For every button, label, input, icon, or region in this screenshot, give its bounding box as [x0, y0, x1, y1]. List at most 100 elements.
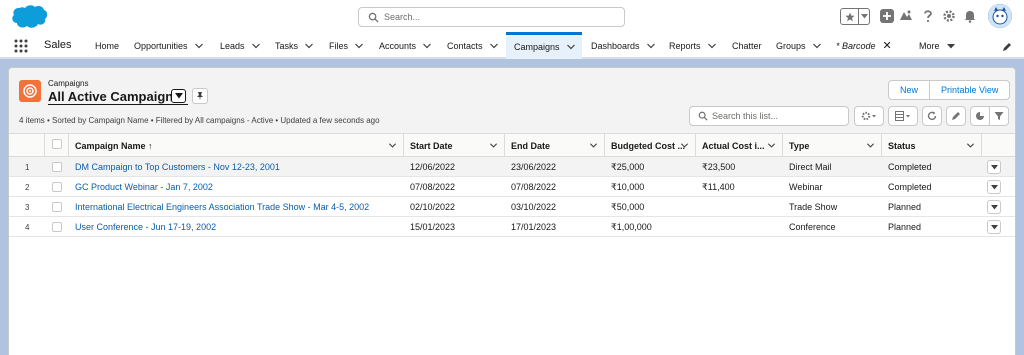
- type-cell: Conference: [789, 222, 836, 232]
- chevron-down-icon[interactable]: [489, 141, 498, 150]
- new-button[interactable]: New: [888, 80, 931, 100]
- chevron-down-icon[interactable]: [304, 41, 314, 51]
- global-actions-icon[interactable]: [880, 9, 894, 23]
- nav-item-barcode[interactable]: * Barcode ✕: [836, 32, 892, 59]
- campaign-target-icon: [19, 80, 41, 102]
- select-all-checkbox[interactable]: [52, 139, 62, 149]
- campaign-name-link[interactable]: GC Product Webinar - Jan 7, 2002: [69, 177, 404, 197]
- nav-item-label: Campaigns: [514, 42, 560, 52]
- start-date-cell: 07/08/2022: [410, 182, 456, 192]
- column-label: End Date: [511, 140, 551, 151]
- campaign-name-link[interactable]: User Conference - Jun 17-19, 2002: [69, 217, 404, 237]
- chevron-down-icon[interactable]: [251, 41, 261, 51]
- row-checkbox[interactable]: [52, 202, 62, 212]
- campaign-name-link[interactable]: DM Campaign to Top Customers - Nov 12-23…: [69, 157, 404, 177]
- column-header-budgeted-cost[interactable]: Budgeted Cost ...: [605, 134, 696, 157]
- row-number: 4: [25, 222, 30, 232]
- chevron-down-icon[interactable]: [354, 41, 364, 51]
- nav-item-label: Contacts: [447, 40, 483, 51]
- chevron-down-icon[interactable]: [422, 41, 432, 51]
- chevron-down-icon[interactable]: [866, 141, 875, 150]
- chevron-down-icon[interactable]: [812, 41, 822, 51]
- favorites-button[interactable]: [840, 8, 870, 25]
- budgeted-cost-cell: ₹1,00,000: [611, 221, 652, 232]
- display-as-button[interactable]: [888, 106, 918, 126]
- app-navigation-bar: Sales Home Opportunities Leads Tasks Fil…: [0, 32, 1024, 59]
- column-header-campaign-name[interactable]: Campaign Name ↑: [69, 134, 404, 157]
- nav-item-tasks[interactable]: Tasks: [275, 32, 314, 59]
- row-actions-button[interactable]: [987, 220, 1001, 234]
- row-actions-button[interactable]: [987, 180, 1001, 194]
- row-checkbox[interactable]: [52, 162, 62, 172]
- chevron-down-icon[interactable]: [966, 141, 975, 150]
- edit-list-button[interactable]: [946, 106, 966, 126]
- setup-gear-icon[interactable]: [942, 9, 956, 23]
- row-actions-button[interactable]: [987, 200, 1001, 214]
- title-underline: [48, 104, 188, 105]
- column-header-actual-cost[interactable]: Actual Cost i...: [696, 134, 783, 157]
- row-checkbox[interactable]: [52, 222, 62, 232]
- nav-item-chatter[interactable]: Chatter: [732, 32, 762, 59]
- printable-view-button[interactable]: Printable View: [930, 80, 1011, 100]
- nav-item-more[interactable]: More: [919, 32, 956, 59]
- chevron-down-icon[interactable]: [388, 141, 397, 150]
- list-view-title[interactable]: All Active Campaigns: [48, 89, 180, 104]
- global-header: Search...: [0, 0, 1024, 32]
- chevron-down-icon[interactable]: [194, 41, 204, 51]
- list-view-picker-caret-icon[interactable]: [171, 89, 186, 103]
- help-icon[interactable]: [921, 9, 935, 23]
- list-search-placeholder: Search this list...: [712, 111, 779, 121]
- user-avatar[interactable]: [988, 4, 1012, 28]
- column-header-start-date[interactable]: Start Date: [404, 134, 505, 157]
- close-tab-icon[interactable]: ✕: [883, 39, 892, 52]
- chevron-down-icon[interactable]: [566, 42, 576, 52]
- column-label: Status: [888, 140, 916, 151]
- chevron-down-icon[interactable]: [680, 141, 689, 150]
- start-date-cell: 15/01/2023: [410, 222, 456, 232]
- type-cell: Direct Mail: [789, 162, 832, 172]
- nav-item-contacts[interactable]: Contacts: [447, 32, 499, 59]
- list-search-input[interactable]: Search this list...: [689, 106, 849, 126]
- column-header-status[interactable]: Status: [882, 134, 982, 157]
- notifications-bell-icon[interactable]: [963, 9, 977, 23]
- nav-item-reports[interactable]: Reports: [669, 32, 717, 59]
- chevron-down-icon[interactable]: [489, 41, 499, 51]
- favorites-dropdown-icon[interactable]: [859, 9, 869, 24]
- column-header-type[interactable]: Type: [783, 134, 882, 157]
- chevron-down-icon[interactable]: [646, 41, 656, 51]
- star-icon[interactable]: [841, 9, 859, 24]
- chevron-down-icon[interactable]: [589, 141, 598, 150]
- status-cell: Completed: [888, 182, 932, 192]
- filters-button[interactable]: [989, 106, 1009, 126]
- actual-cost-cell: [696, 217, 783, 237]
- nav-item-label: Home: [95, 40, 120, 51]
- column-label: Actual Cost i...: [702, 140, 765, 151]
- charts-button[interactable]: [970, 106, 990, 126]
- nav-item-campaigns[interactable]: Campaigns: [506, 32, 582, 59]
- nav-item-leads[interactable]: Leads: [220, 32, 261, 59]
- nav-item-dashboards[interactable]: Dashboards: [591, 32, 656, 59]
- trailhead-guidance-icon[interactable]: [899, 9, 913, 23]
- column-label: Type: [789, 140, 810, 151]
- row-checkbox[interactable]: [52, 182, 62, 192]
- pin-icon[interactable]: [192, 88, 208, 104]
- global-search-input[interactable]: Search...: [358, 7, 625, 27]
- edit-nav-pencil-icon[interactable]: [1002, 42, 1012, 52]
- row-actions-button[interactable]: [987, 160, 1001, 174]
- campaign-name-link[interactable]: International Electrical Engineers Assoc…: [69, 197, 404, 217]
- nav-item-opportunities[interactable]: Opportunities: [134, 32, 204, 59]
- nav-item-groups[interactable]: Groups: [776, 32, 822, 59]
- salesforce-logo[interactable]: [10, 4, 48, 30]
- nav-item-accounts[interactable]: Accounts: [379, 32, 432, 59]
- nav-item-label: Reports: [669, 40, 701, 51]
- list-view-controls-button[interactable]: [854, 106, 884, 126]
- app-launcher-icon[interactable]: [14, 39, 28, 53]
- nav-item-home[interactable]: Home: [95, 32, 119, 59]
- list-view-meta: 4 items • Sorted by Campaign Name • Filt…: [19, 116, 380, 125]
- chevron-down-icon[interactable]: [767, 141, 776, 150]
- chevron-down-icon[interactable]: [707, 41, 717, 51]
- caret-down-icon[interactable]: [946, 41, 956, 51]
- nav-item-files[interactable]: Files: [329, 32, 364, 59]
- refresh-button[interactable]: [922, 106, 942, 126]
- column-header-end-date[interactable]: End Date: [505, 134, 605, 157]
